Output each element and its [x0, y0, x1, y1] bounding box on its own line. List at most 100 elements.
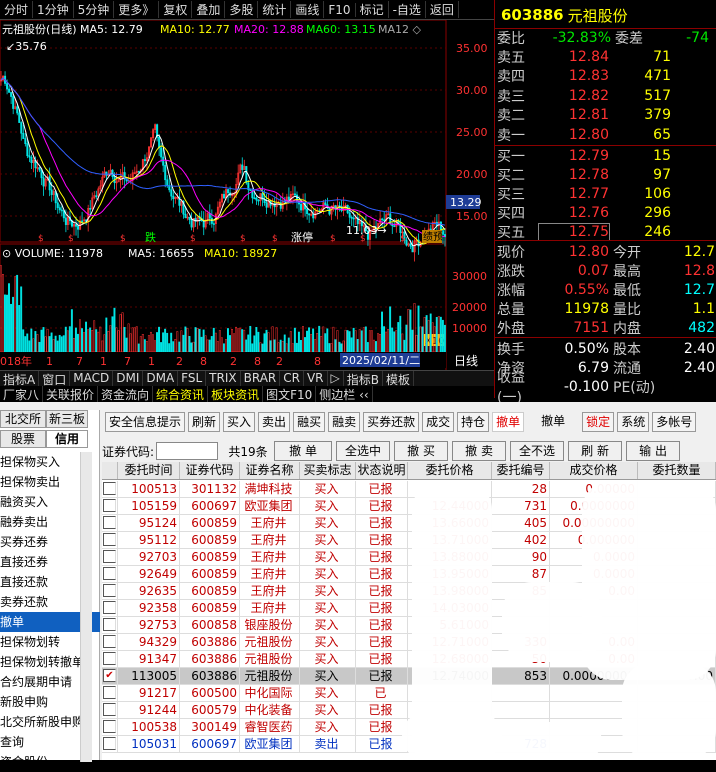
sell-level[interactable]: 卖四 12.83 471 — [495, 67, 716, 86]
toolbar-item[interactable]: 复权 — [159, 1, 193, 18]
market-tab[interactable]: 股票 — [0, 430, 46, 448]
toolbar-item[interactable]: 返回 — [426, 1, 459, 18]
info-tab[interactable]: 资金流向 — [98, 386, 154, 402]
market-tab[interactable]: 信用 — [46, 430, 88, 448]
column-header[interactable] — [102, 462, 118, 479]
row-checkbox-cell[interactable] — [102, 549, 118, 565]
row-checkbox-cell[interactable] — [102, 685, 118, 701]
column-header[interactable]: 证券名称 — [240, 462, 300, 479]
row-checkbox-cell[interactable] — [102, 702, 118, 718]
column-header[interactable]: 委托数量 — [638, 462, 716, 479]
filter-button[interactable]: 全不选 — [510, 441, 565, 461]
row-checkbox-cell[interactable] — [102, 515, 118, 531]
row-checkbox[interactable] — [103, 499, 116, 512]
toolbar-item[interactable]: 叠加 — [192, 1, 226, 18]
row-checkbox-cell[interactable] — [102, 634, 118, 650]
column-header[interactable]: 委托时间 — [118, 462, 180, 479]
indicator-tab[interactable]: 窗口 — [39, 371, 71, 387]
indicator-tab[interactable]: BRAR — [241, 371, 281, 386]
trade-button[interactable]: 成交 — [422, 412, 455, 432]
row-checkbox[interactable] — [103, 550, 116, 563]
info-tab[interactable]: 厂家八 — [0, 386, 44, 402]
info-tab[interactable]: 板块资讯 — [208, 386, 264, 402]
row-checkbox-cell[interactable] — [102, 481, 118, 497]
column-header[interactable]: 买卖标志 — [300, 462, 356, 479]
row-checkbox[interactable]: ✔ — [103, 669, 116, 682]
filter-button[interactable]: 全选中 — [336, 441, 391, 461]
toolbar-item[interactable]: 画线 — [291, 1, 325, 18]
trade-button[interactable]: 买入 — [223, 412, 256, 432]
row-checkbox[interactable] — [103, 737, 116, 750]
column-header[interactable]: 成交价格 — [550, 462, 638, 479]
market-tab[interactable]: 北交所 — [0, 410, 46, 428]
row-checkbox[interactable] — [103, 618, 116, 631]
sell-level[interactable]: 卖二 12.81 379 — [495, 106, 716, 125]
column-header[interactable]: 委托价格 — [408, 462, 492, 479]
row-checkbox[interactable] — [103, 703, 116, 716]
row-checkbox[interactable] — [103, 533, 116, 546]
row-checkbox-cell[interactable] — [102, 532, 118, 548]
row-checkbox-cell[interactable] — [102, 498, 118, 514]
info-tab[interactable]: 侧边栏 ‹‹ — [316, 386, 373, 402]
trade-button[interactable]: 买券还款 — [363, 412, 420, 432]
row-checkbox[interactable] — [103, 567, 116, 580]
info-tab[interactable]: 综合资讯 — [153, 386, 209, 402]
kline-chart[interactable]: 元祖股份(日线) MA5: 12.79 MA10: 12.77 MA20: 12.88… — [0, 19, 494, 370]
row-checkbox[interactable] — [103, 635, 116, 648]
trade-button[interactable]: 多帐号 — [652, 412, 697, 432]
indicator-tab[interactable]: FSL — [178, 371, 207, 386]
toolbar-item[interactable]: 1分钟 — [33, 1, 74, 18]
filter-button[interactable]: 撤 单 — [274, 441, 333, 461]
toolbar-item[interactable]: -自选 — [389, 1, 426, 18]
row-checkbox-cell[interactable] — [102, 600, 118, 616]
indicator-tab[interactable]: 指标B — [344, 371, 383, 387]
toolbar-item[interactable]: 多股 — [225, 1, 259, 18]
filter-button[interactable]: 撤 买 — [394, 441, 449, 461]
trade-button[interactable]: 锁定 — [582, 412, 615, 432]
row-checkbox[interactable] — [103, 584, 116, 597]
sell-level[interactable]: 卖三 12.82 517 — [495, 86, 716, 105]
row-checkbox[interactable] — [103, 686, 116, 699]
buy-level[interactable]: 买四 12.76 296 — [495, 203, 716, 222]
row-checkbox-cell[interactable] — [102, 566, 118, 582]
period-label[interactable]: 日线 — [454, 354, 478, 368]
nav-scrollbar[interactable] — [80, 452, 92, 762]
code-input[interactable] — [156, 442, 219, 460]
row-checkbox-cell[interactable]: ✔ — [102, 668, 118, 684]
row-checkbox-cell[interactable] — [102, 617, 118, 633]
toolbar-item[interactable]: 标记 — [356, 1, 389, 18]
indicator-tab[interactable]: 模板 — [383, 371, 414, 387]
trade-button[interactable]: 融买 — [293, 412, 326, 432]
row-checkbox-cell[interactable] — [102, 583, 118, 599]
indicator-tab[interactable]: CR — [280, 371, 304, 386]
trade-button[interactable]: 刷新 — [188, 412, 221, 432]
row-checkbox-cell[interactable] — [102, 736, 118, 752]
info-tab[interactable]: 关联报价 — [43, 386, 99, 402]
column-header[interactable]: 委托编号 — [492, 462, 550, 479]
indicator-tab[interactable]: TRIX — [206, 371, 241, 386]
row-checkbox[interactable] — [103, 516, 116, 529]
sell-level[interactable]: 卖一 12.80 65 — [495, 125, 716, 144]
toolbar-item[interactable]: 分时 — [0, 1, 34, 18]
row-checkbox-cell[interactable] — [102, 719, 118, 735]
trade-button[interactable]: 安全信息提示 — [105, 412, 186, 432]
buy-level[interactable]: 买五 12.75 246 — [495, 222, 716, 241]
toolbar-item[interactable]: 5分钟 — [74, 1, 115, 18]
filter-button[interactable]: 输 出 — [626, 441, 681, 461]
filter-button[interactable]: 撤 卖 — [452, 441, 507, 461]
indicator-tab[interactable]: 指标A — [0, 371, 40, 387]
indicator-tab[interactable]: DMI — [113, 371, 144, 386]
indicator-tab[interactable]: MACD — [70, 371, 114, 386]
trade-button[interactable]: 卖出 — [258, 412, 291, 432]
row-checkbox[interactable] — [103, 601, 116, 614]
indicator-tab[interactable]: VR — [304, 371, 328, 386]
column-header[interactable]: 证券代码 — [180, 462, 240, 479]
indicator-tab[interactable]: ▷ — [328, 371, 344, 386]
buy-level[interactable]: 买一 12.79 15 — [495, 146, 716, 165]
trade-button[interactable]: 撤单 — [527, 412, 580, 432]
row-checkbox-cell[interactable] — [102, 651, 118, 667]
trade-button[interactable]: 系统 — [617, 412, 650, 432]
toolbar-item[interactable]: 更多》 — [114, 1, 160, 18]
info-tab[interactable]: 图文F10 — [263, 386, 317, 402]
filter-button[interactable]: 刷 新 — [568, 441, 623, 461]
